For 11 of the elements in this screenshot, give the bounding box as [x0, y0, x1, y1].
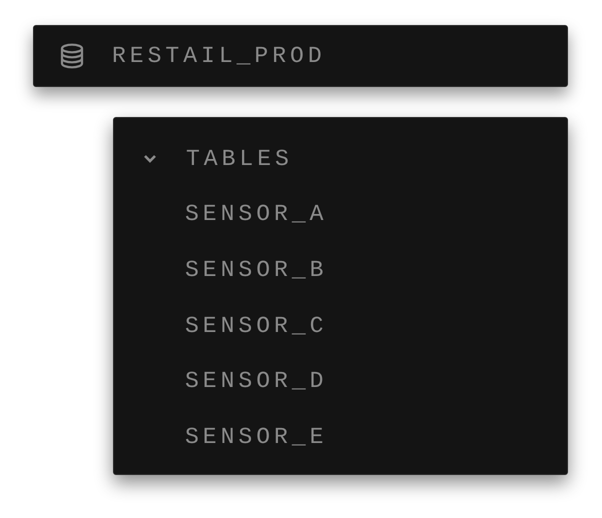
tree-label: TABLES	[186, 146, 293, 172]
database-name: RESTAIL_PROD	[112, 43, 326, 69]
database-bar[interactable]: RESTAIL_PROD	[33, 25, 568, 87]
tree-item[interactable]: SENSOR_B	[185, 256, 328, 283]
database-icon	[59, 43, 85, 69]
tree-item[interactable]: SENSOR_A	[185, 201, 328, 228]
chevron-down-icon	[142, 152, 158, 165]
tree-item[interactable]: SENSOR_D	[185, 368, 328, 394]
tree-item[interactable]: SENSOR_C	[185, 312, 328, 339]
tree-item[interactable]: SENSOR_E	[185, 424, 328, 450]
tree-node[interactable]: TABLES	[114, 131, 567, 187]
